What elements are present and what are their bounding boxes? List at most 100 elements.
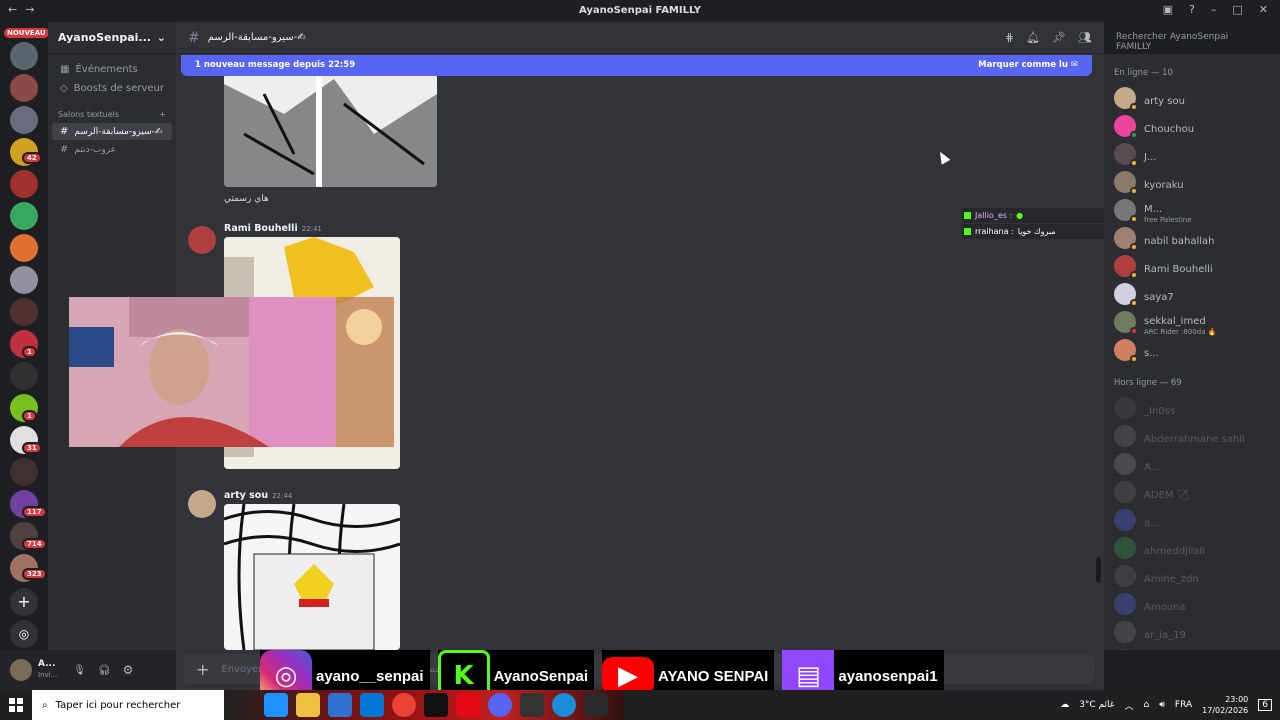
obs-icon[interactable] [584, 693, 608, 717]
store-icon[interactable] [328, 693, 352, 717]
category-text-channels[interactable]: Salons textuels + [48, 98, 176, 123]
start-button[interactable] [0, 690, 32, 720]
member-item[interactable]: s... [1104, 336, 1280, 364]
member-name: ADEM 🏹 [1144, 489, 1190, 501]
message-author[interactable]: Rami Bouhelli 22:41 [224, 223, 322, 234]
member-item[interactable]: ar_ia_19 [1104, 618, 1280, 646]
avatar[interactable] [188, 226, 216, 254]
gear-icon[interactable]: ⚙ [123, 663, 134, 677]
member-item[interactable]: saya7 [1104, 280, 1280, 308]
netflix-icon[interactable] [456, 693, 480, 717]
avatar [1114, 255, 1138, 279]
server-icon[interactable] [10, 234, 38, 262]
server-icon[interactable] [10, 170, 38, 198]
scrollbar[interactable] [1096, 557, 1101, 583]
member-item[interactable]: arty sou [1104, 84, 1280, 112]
member-item[interactable]: J... [1104, 140, 1280, 168]
avatar [1114, 115, 1138, 139]
channel-item[interactable]: # عروب-دنتم [48, 140, 176, 159]
capcut-icon[interactable] [520, 693, 544, 717]
server-header[interactable]: AyanoSenpai... ⌄ [48, 22, 176, 54]
volume-icon[interactable]: 🔊︎ [1159, 700, 1165, 710]
image-attachment[interactable] [224, 74, 437, 187]
server-icon[interactable] [10, 266, 38, 294]
mark-as-read-button[interactable]: Marquer comme lu ✉ [978, 60, 1078, 71]
member-item[interactable]: ahmeddjilali [1104, 534, 1280, 562]
avatar[interactable] [10, 659, 32, 681]
server-icon[interactable] [10, 106, 38, 134]
server-icon[interactable] [10, 458, 38, 486]
member-item[interactable]: _In0ss [1104, 394, 1280, 422]
member-item[interactable]: a... [1104, 506, 1280, 534]
edge-icon[interactable] [264, 693, 288, 717]
microphone-icon[interactable]: 🎙︎ [73, 665, 86, 676]
avatar [1114, 143, 1138, 167]
notification-icon[interactable]: 6 [1258, 699, 1272, 711]
discord-icon[interactable] [488, 693, 512, 717]
server-icon[interactable] [10, 362, 38, 390]
bell-icon[interactable]: 🔔︎ [1026, 31, 1040, 44]
avatar[interactable] [188, 490, 216, 518]
members-icon[interactable]: 👥︎ [1078, 31, 1092, 44]
server-icon[interactable] [10, 42, 38, 70]
add-server-icon[interactable]: + [10, 588, 38, 616]
threads-icon[interactable]: ⋕ [1005, 31, 1014, 44]
tray-chevron-icon[interactable]: ︿ [1125, 699, 1134, 712]
member-item[interactable]: kyoraku [1104, 168, 1280, 196]
close-icon[interactable]: ✕ [1259, 3, 1268, 16]
member-item[interactable]: nabil bahallah [1104, 224, 1280, 252]
mail-icon[interactable] [360, 693, 384, 717]
discover-icon[interactable]: ◎ [10, 620, 38, 648]
app-icon[interactable] [552, 693, 576, 717]
clock[interactable]: 23:00 17/02/2026 [1202, 694, 1248, 716]
help-icon[interactable]: ? [1189, 3, 1195, 16]
chat-user: rraihana : [975, 227, 1014, 236]
windows-icon [9, 698, 23, 712]
server-icon[interactable] [10, 74, 38, 102]
channel-item-drawing-contest[interactable]: # سيرو-مسابقة-الرسم-✍ [52, 123, 172, 140]
member-item[interactable]: Amouna [1104, 590, 1280, 618]
inbox-icon[interactable]: ▣ [1163, 3, 1173, 16]
chat-user: Jallio_es : [975, 211, 1013, 220]
new-messages-text: 1 nouveau message depuis 22:59 [195, 60, 356, 70]
member-item[interactable]: Chouchou [1104, 112, 1280, 140]
language-indicator[interactable]: FRA [1175, 700, 1192, 710]
chrome-icon[interactable] [392, 693, 416, 717]
window-titlebar: ←→ AyanoSenpai FAMILLY ▣ ? – □ ✕ [0, 0, 1280, 22]
weather-icon[interactable]: ☁ [1060, 700, 1069, 710]
member-item[interactable]: ADEM 🏹 [1104, 478, 1280, 506]
server-icon[interactable] [10, 298, 38, 326]
boosts-item[interactable]: ◇ Boosts de serveur [48, 79, 176, 98]
streamer-camera [69, 297, 336, 447]
image-attachment[interactable] [224, 504, 400, 650]
member-item[interactable]: Rami Bouhelli [1104, 252, 1280, 280]
maximize-icon[interactable]: □ [1232, 3, 1242, 16]
member-activity: free Palestine [1144, 215, 1192, 224]
member-name: arty sou [1144, 95, 1185, 107]
member-item[interactable]: sekkal_imed ARC Rider :800da 🔥 [1104, 308, 1280, 336]
add-channel-icon[interactable]: + [159, 110, 166, 119]
search-input[interactable]: Rechercher AyanoSenpai FAMILLY [1110, 28, 1272, 52]
new-messages-bar[interactable]: 1 nouveau message depuis 22:59 Marquer c… [181, 55, 1092, 76]
attach-plus-icon[interactable]: + [196, 660, 209, 679]
member-item[interactable]: Abderrahmane sahli [1104, 422, 1280, 450]
unread-badge: 1 [22, 346, 37, 358]
message-author[interactable]: arty sou 22:44 [224, 490, 292, 501]
status-indicator [1130, 131, 1138, 139]
events-item[interactable]: ▦ Événements [48, 60, 176, 79]
taskbar-search[interactable]: ⌕ Taper ici pour rechercher [32, 690, 224, 720]
network-icon[interactable]: ⌂ [1144, 700, 1150, 710]
member-item[interactable]: M... free Palestine [1104, 196, 1280, 224]
status-indicator [1130, 243, 1138, 251]
app-icon[interactable] [424, 693, 448, 717]
folder-icon[interactable] [296, 693, 320, 717]
headphones-icon[interactable]: 🎧︎ [98, 665, 111, 676]
server-icon[interactable] [10, 202, 38, 230]
boost-icon: ◇ [60, 83, 68, 94]
member-item[interactable]: A... [1104, 450, 1280, 478]
member-item[interactable]: Amine_zdn [1104, 562, 1280, 590]
minimize-icon[interactable]: – [1211, 3, 1217, 16]
pin-icon[interactable]: 📌︎ [1052, 31, 1066, 44]
avatar [1114, 227, 1138, 251]
unread-badge: 117 [22, 506, 47, 518]
